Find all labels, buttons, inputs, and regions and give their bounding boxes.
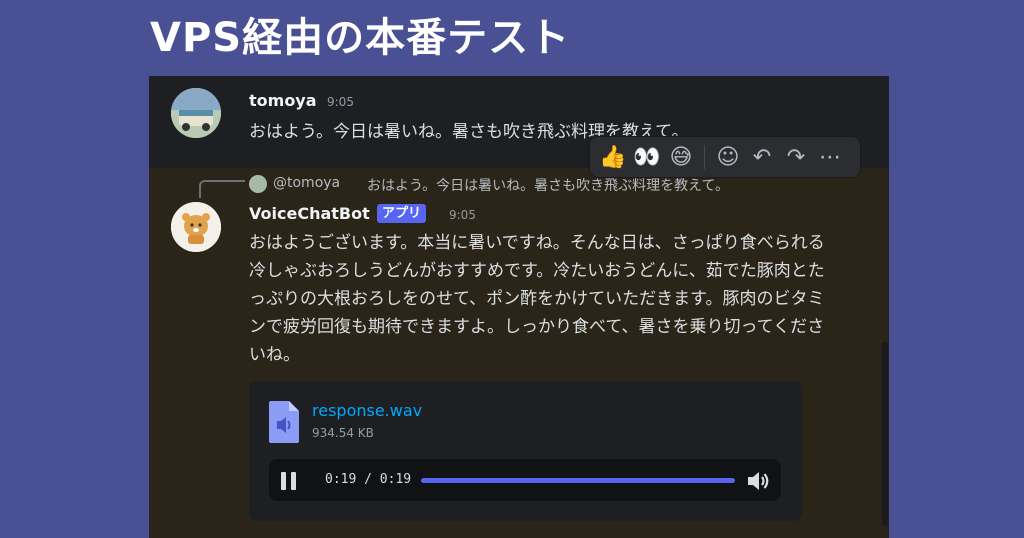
volume-button[interactable] (745, 468, 771, 494)
author-name[interactable]: tomoya (249, 91, 317, 110)
reply-preview-text[interactable]: おはよう。今日は暑いね。暑さも吹き飛ぶ料理を教えて。 (367, 175, 817, 195)
reaction-eyes[interactable]: 👀 (632, 142, 662, 172)
progress-track[interactable] (421, 478, 735, 483)
file-size: 934.54 KB (312, 426, 374, 440)
banner-title: VPS経由の本番テスト (150, 15, 571, 61)
message-text: おはようございます。本当に暑いですね。そんな日は、さっぱり食べられる冷しゃぶおろ… (249, 233, 825, 365)
forward-icon[interactable]: ↷ (781, 142, 811, 172)
reply-connector (199, 180, 245, 198)
app-badge: アプリ (377, 204, 427, 223)
audio-player: 0:19 / 0:19 (269, 459, 781, 501)
reply-avatar[interactable] (249, 175, 267, 193)
reply-icon[interactable]: ↶ (747, 142, 777, 172)
more-icon[interactable]: ⋯ (815, 142, 845, 172)
pause-button[interactable] (277, 469, 301, 493)
author-name[interactable]: VoiceChatBot (249, 204, 370, 223)
audio-attachment: response.wav 934.54 KB 0:19 / 0:19 (249, 381, 802, 521)
toolbar-divider (704, 145, 705, 169)
timestamp: 9:05 (449, 208, 476, 222)
volume-icon (748, 472, 769, 490)
reply-mention[interactable]: @tomoya (273, 175, 340, 191)
pause-icon (281, 472, 296, 490)
reaction-thumbs-up[interactable]: 👍 (598, 142, 628, 172)
timestamp: 9:05 (327, 95, 354, 109)
progress-fill (421, 478, 735, 483)
add-reaction-icon[interactable]: ☺ (713, 142, 743, 172)
message-action-toolbar: 👍 👀 😅 ☺ ↶ ↷ ⋯ (590, 137, 860, 177)
audio-file-icon (269, 401, 299, 443)
playback-time: 0:19 / 0:19 (325, 472, 412, 487)
reaction-sweat-smile[interactable]: 😅 (666, 142, 696, 172)
chat-window: tomoya 9:05 おはよう。今日は暑いね。暑さも吹き飛ぶ料理を教えて。 @… (149, 76, 889, 538)
file-name-link[interactable]: response.wav (312, 401, 422, 420)
scrollbar[interactable] (882, 342, 888, 526)
avatar-voicechatbot[interactable] (171, 202, 221, 252)
avatar-tomoya[interactable] (171, 88, 221, 138)
